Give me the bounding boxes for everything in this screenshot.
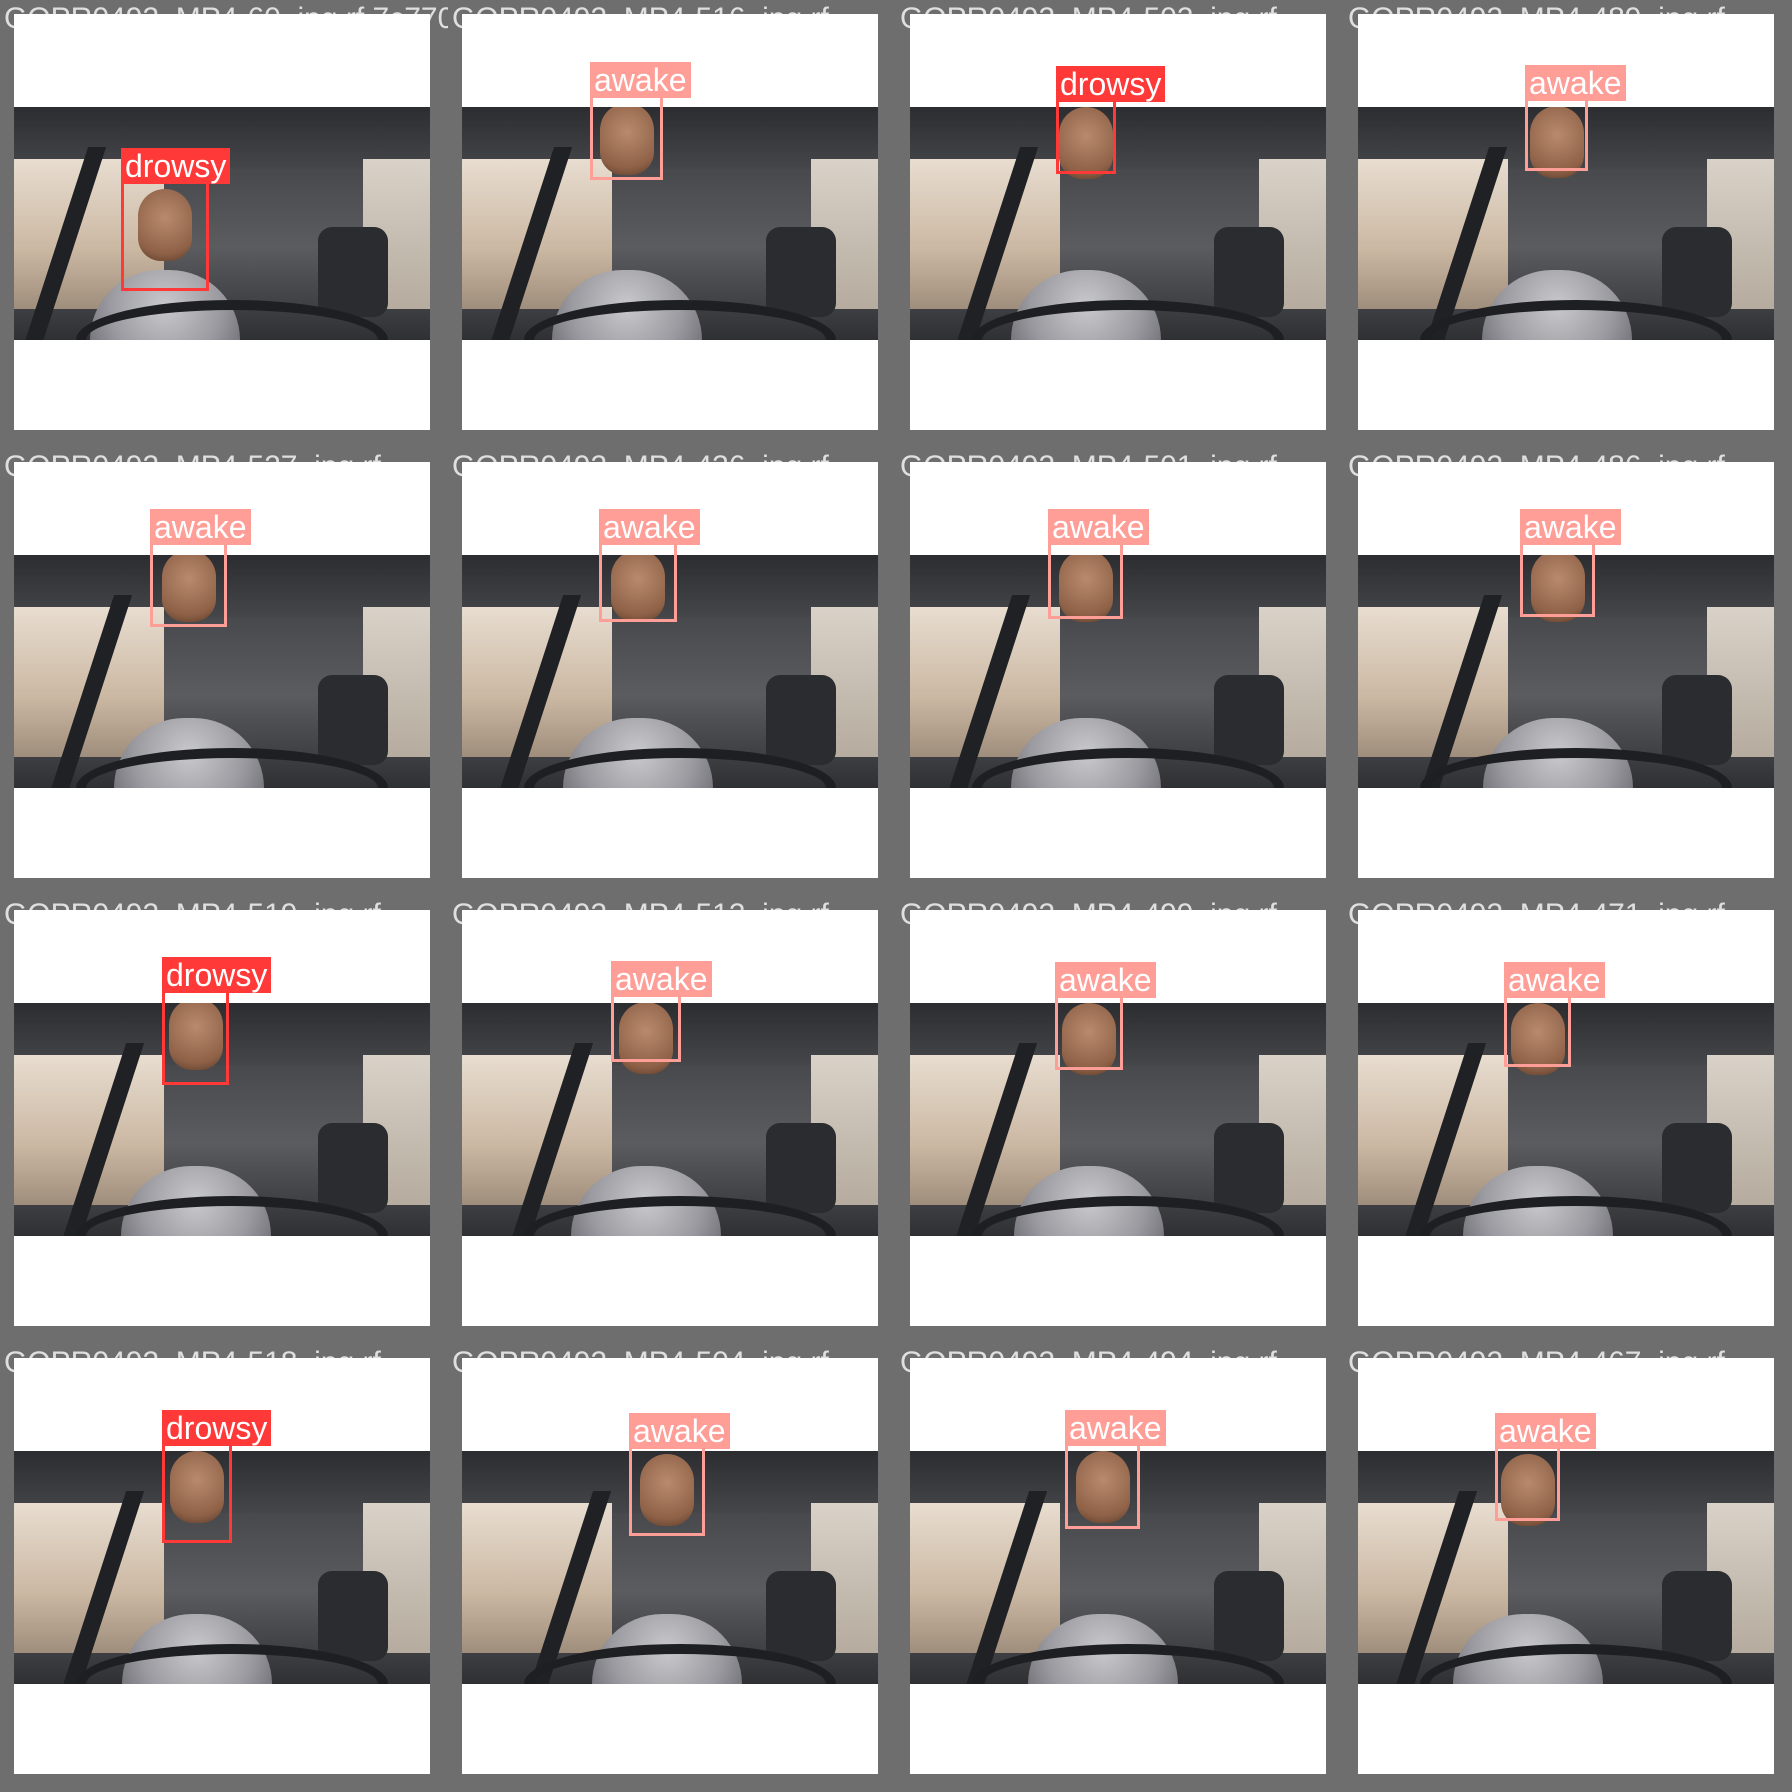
image-tile: drowsy GOPR0492_MP4-502_jpg.rf. xyxy=(896,0,1344,448)
detection-label: awake xyxy=(611,961,712,997)
tile-canvas: awake xyxy=(462,462,878,878)
detection-box-awake: awake xyxy=(1065,1410,1166,1529)
detection-box-drowsy: drowsy xyxy=(162,957,272,1085)
tile-canvas: awake xyxy=(1358,462,1774,878)
image-tile: awake GOPR0492_MP4-527_jpg.rf. xyxy=(0,448,448,896)
tile-canvas: awake xyxy=(14,462,430,878)
image-tile: drowsy GOPR0492_MP4-519_jpg.rf. xyxy=(0,896,448,1344)
image-tile: drowsy GOPR0492_MP4-518_jpg.rf. xyxy=(0,1344,448,1792)
detection-label: awake xyxy=(629,1413,730,1449)
detection-label: awake xyxy=(1065,1410,1166,1446)
image-tile: awake GOPR0492_MP4-494_jpg.rf. xyxy=(896,1344,1344,1792)
image-tile: drowsy GOPR0492_MP4-60_jpg.rf.7c770740523… xyxy=(0,0,780,448)
detection-box-awake: awake xyxy=(629,1413,730,1536)
detection-box-awake: awake xyxy=(1525,65,1626,171)
car-interior-photo xyxy=(910,107,1326,340)
detection-box-awake: awake xyxy=(1520,509,1621,617)
tile-canvas: drowsy xyxy=(910,14,1326,430)
detection-label: drowsy xyxy=(1056,66,1166,102)
car-interior-photo xyxy=(14,107,430,340)
detection-box-awake: awake xyxy=(590,62,691,180)
tile-canvas: drowsy xyxy=(14,910,430,1326)
tile-canvas: awake xyxy=(1358,14,1774,430)
image-tile: awake GOPR0492_MP4-512_jpg.rf. xyxy=(448,896,896,1344)
tile-canvas: awake xyxy=(462,14,878,430)
detection-label: awake xyxy=(590,62,691,98)
rear-seat xyxy=(1214,675,1285,765)
tile-canvas: awake xyxy=(910,910,1326,1326)
tile-canvas: awake xyxy=(462,910,878,1326)
image-tile: awake GOPR0492_MP4-436_jpg.rf. xyxy=(448,448,896,896)
image-tile: awake GOPR0492_MP4-499_jpg.rf. xyxy=(896,896,1344,1344)
detection-box-drowsy: drowsy xyxy=(162,1410,272,1543)
tile-canvas: drowsy xyxy=(14,14,430,430)
detection-box-awake: awake xyxy=(1504,962,1605,1067)
image-tile: awake GOPR0492_MP4-489_jpg.rf. xyxy=(1344,0,1792,448)
car-interior-photo xyxy=(462,107,878,340)
detection-label: awake xyxy=(1048,509,1149,545)
detection-label: awake xyxy=(599,509,700,545)
rear-seat xyxy=(1662,1123,1733,1213)
image-tile: awake GOPR0492_MP4-471_jpg.rf. xyxy=(1344,896,1792,1344)
rear-seat xyxy=(1662,675,1733,765)
rear-seat xyxy=(1214,1571,1285,1661)
detection-box-awake: awake xyxy=(611,961,712,1062)
rear-seat xyxy=(766,1571,837,1661)
detection-box-awake: awake xyxy=(150,509,251,627)
detection-label: awake xyxy=(1520,509,1621,545)
rear-seat xyxy=(1214,1123,1285,1213)
tile-canvas: awake xyxy=(910,1358,1326,1774)
detection-mosaic: drowsy GOPR0492_MP4-60_jpg.rf.7c770740523… xyxy=(0,0,1792,1792)
detection-label: drowsy xyxy=(162,957,272,993)
rear-seat xyxy=(766,1123,837,1213)
image-tile: awake GOPR0492_MP4-504_jpg.rf. xyxy=(448,1344,896,1792)
detection-box-awake: awake xyxy=(1495,1413,1596,1521)
image-tile: awake GOPR0492_MP4-501_jpg.rf. xyxy=(896,448,1344,896)
rear-seat xyxy=(766,675,837,765)
tile-canvas: awake xyxy=(462,1358,878,1774)
detection-label: awake xyxy=(1504,962,1605,998)
tile-canvas: awake xyxy=(910,462,1326,878)
rear-seat xyxy=(1214,227,1285,317)
rear-seat xyxy=(318,227,389,317)
detection-label: drowsy xyxy=(121,148,231,184)
rear-seat xyxy=(318,1123,389,1213)
detection-label: awake xyxy=(1525,65,1626,101)
detection-box-drowsy: drowsy xyxy=(1056,66,1166,174)
detection-label: awake xyxy=(150,509,251,545)
car-interior-photo xyxy=(1358,1451,1774,1684)
tile-canvas: awake xyxy=(1358,910,1774,1326)
tile-canvas: awake xyxy=(1358,1358,1774,1774)
detection-box-drowsy: drowsy xyxy=(121,148,231,291)
detection-box-awake: awake xyxy=(599,509,700,622)
rear-seat xyxy=(766,227,837,317)
tile-canvas: drowsy xyxy=(14,1358,430,1774)
rear-seat xyxy=(1662,227,1733,317)
detection-box-awake: awake xyxy=(1055,962,1156,1070)
image-tile: awake GOPR0492_MP4-516_jpg.rf. xyxy=(448,0,896,448)
rear-seat xyxy=(318,675,389,765)
detection-label: awake xyxy=(1495,1413,1596,1449)
detection-label: awake xyxy=(1055,962,1156,998)
detection-label: drowsy xyxy=(162,1410,272,1446)
image-tile: awake GOPR0492_MP4-486_jpg.rf. xyxy=(1344,448,1792,896)
rear-seat xyxy=(318,1571,389,1661)
detection-box-awake: awake xyxy=(1048,509,1149,619)
rear-seat xyxy=(1662,1571,1733,1661)
image-tile: awake GOPR0492_MP4-467_jpg.rf. xyxy=(1344,1344,1792,1792)
